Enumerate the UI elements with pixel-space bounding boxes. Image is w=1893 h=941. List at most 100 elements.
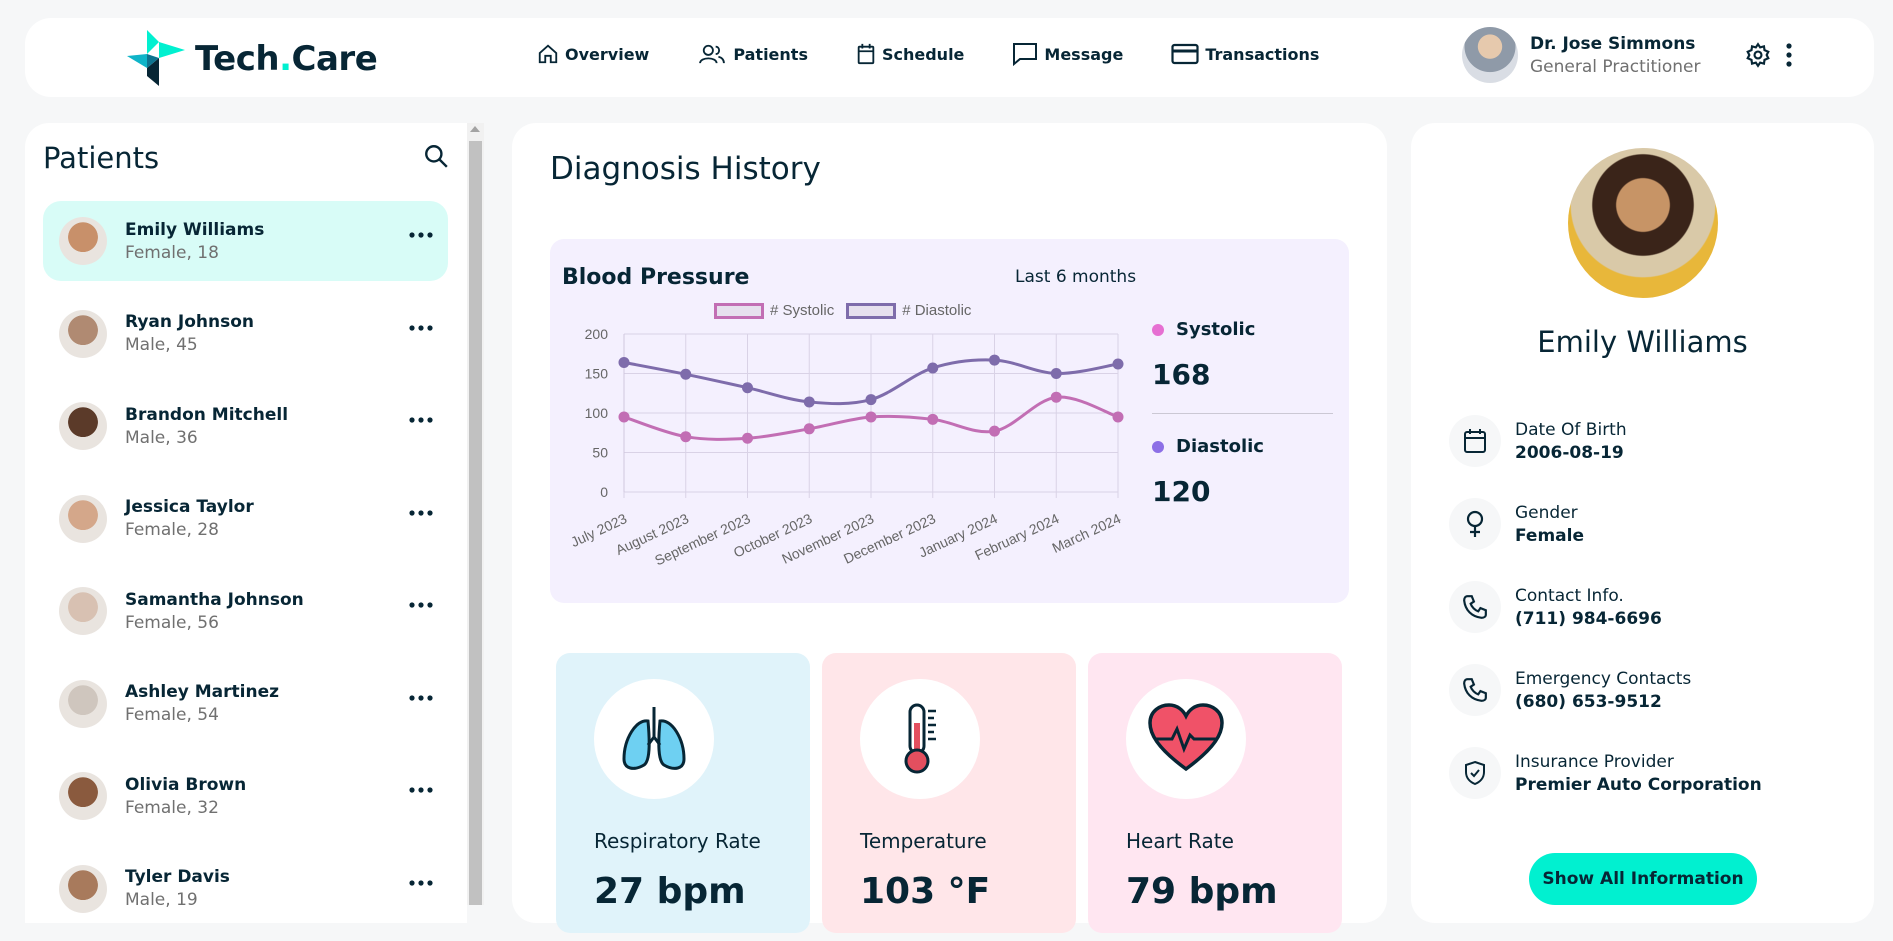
vital-label: Temperature [860, 829, 987, 853]
patient-list: Emily Williams Female, 18 Ryan Johnson Male… [43, 201, 448, 941]
patient-info: Female, 18 [125, 242, 219, 263]
temperature-card: Temperature 103 °F [822, 653, 1076, 933]
home-icon [538, 44, 558, 64]
field-value: (711) 984-6696 [1515, 608, 1662, 629]
doctor-profile[interactable]: Dr. Jose Simmons General Practitioner [1462, 27, 1701, 83]
data-point-diastolic [618, 356, 630, 368]
scroll-up-arrow-icon[interactable] [470, 126, 480, 132]
vital-label: Heart Rate [1126, 829, 1234, 853]
shield-check-icon [1465, 760, 1485, 786]
patient-avatar [59, 587, 107, 635]
patient-name: Emily Williams [1537, 325, 1748, 359]
main-nav: Overview Patients Schedule Message Trans… [537, 42, 1367, 66]
patient-info: Female, 28 [125, 520, 219, 540]
patient-name: Samantha Johnson [125, 589, 304, 610]
patient-avatar [59, 402, 107, 450]
nav-message[interactable]: Message [1012, 42, 1123, 66]
patient-avatar [59, 494, 107, 543]
patient-avatar [59, 217, 107, 265]
blood-pressure-card: Blood Pressure Last 6 months # Systolic … [550, 239, 1349, 603]
nav-patients[interactable]: Patients [697, 42, 808, 66]
patient-row[interactable]: Ryan Johnson Male, 45 [43, 294, 448, 374]
vital-value: 79 bpm [1126, 871, 1278, 912]
vital-value: 27 bpm [594, 871, 746, 912]
show-all-information-button[interactable]: Show All Information [1529, 853, 1757, 905]
gear-icon[interactable] [1745, 42, 1771, 68]
credit-card-icon [1171, 43, 1199, 65]
data-point-diastolic [803, 396, 815, 408]
data-point-systolic [803, 423, 815, 435]
scroll-thumb[interactable] [469, 141, 482, 905]
x-tick-label: March 2024 [1049, 510, 1123, 556]
more-horizontal-icon[interactable] [408, 879, 434, 887]
field-gender: Gender Female [1449, 496, 1762, 552]
systolic-dot [1152, 323, 1164, 336]
brand-name: Tech.Care [195, 39, 378, 79]
y-tick-label: 0 [600, 484, 608, 500]
data-point-systolic [989, 425, 1000, 437]
patient-row[interactable]: Tyler Davis Male, 19 [43, 849, 448, 929]
field-value: Premier Auto Corporation [1515, 774, 1762, 795]
field-contact: Contact Info. (711) 984-6696 [1449, 579, 1762, 635]
y-tick-label: 200 [585, 326, 609, 342]
more-horizontal-icon[interactable] [408, 324, 434, 332]
nav-transactions[interactable]: Transactions [1171, 42, 1319, 66]
nav-overview[interactable]: Overview [537, 42, 649, 66]
patient-info: Female, 54 [125, 705, 219, 725]
nav-label: Overview [565, 44, 650, 64]
patient-list-scrollbar[interactable] [467, 123, 484, 905]
systolic-heading: Systolic [1152, 319, 1332, 340]
more-horizontal-icon[interactable] [408, 231, 434, 239]
more-horizontal-icon[interactable] [408, 694, 434, 702]
patient-row[interactable]: Brandon Mitchell Male, 36 [43, 386, 448, 466]
patient-avatar [59, 864, 107, 913]
more-vertical-icon[interactable] [1785, 42, 1793, 68]
y-tick-label: 100 [585, 405, 609, 421]
diagnosis-panel: Diagnosis History Blood Pressure Last 6 … [512, 123, 1387, 933]
data-point-systolic [742, 432, 753, 444]
data-point-diastolic [1112, 358, 1124, 370]
patient-row[interactable]: Olivia Brown Female, 32 [43, 756, 448, 836]
data-point-systolic [1050, 391, 1062, 403]
patient-row[interactable]: Jessica Taylor Female, 28 [43, 479, 448, 559]
patient-info: Male, 36 [125, 427, 198, 448]
lungs-icon [622, 707, 686, 770]
doctor-name: Dr. Jose Simmons [1530, 33, 1696, 54]
search-icon[interactable] [423, 143, 449, 169]
users-icon [699, 44, 726, 64]
heart-rate-card: Heart Rate 79 bpm [1088, 653, 1342, 933]
data-point-diastolic [989, 354, 1000, 366]
divider [1152, 413, 1333, 414]
diagnosis-title: Diagnosis History [550, 151, 821, 187]
patient-row[interactable]: Emily Williams Female, 18 [43, 201, 448, 281]
field-label: Insurance Provider [1515, 751, 1674, 772]
vital-label: Respiratory Rate [594, 829, 761, 853]
data-point-systolic [680, 431, 692, 443]
patient-row[interactable]: Samantha Johnson Female, 56 [43, 571, 448, 651]
patient-row[interactable]: Ashley Martinez Female, 54 [43, 664, 448, 744]
patient-name: Emily Williams [125, 219, 265, 240]
patients-panel: Patients Emily Williams Female, 18 Ryan Jo… [25, 123, 467, 923]
systolic-value: 168 [1152, 358, 1211, 391]
more-horizontal-icon[interactable] [408, 786, 434, 794]
nav-schedule[interactable]: Schedule [856, 42, 964, 66]
data-point-systolic [865, 411, 877, 423]
patient-info: Female, 32 [125, 797, 219, 818]
data-point-diastolic [1050, 368, 1062, 379]
more-horizontal-icon[interactable] [408, 416, 434, 424]
nav-label: Transactions [1205, 44, 1320, 64]
data-point-diastolic [742, 382, 753, 394]
more-horizontal-icon[interactable] [408, 601, 434, 609]
top-navbar: Tech.Care Overview Patients Schedule Mes… [25, 18, 1874, 97]
data-point-systolic [1112, 411, 1124, 423]
field-label: Emergency Contacts [1515, 668, 1692, 689]
nav-label: Patients [733, 44, 808, 64]
logo[interactable]: Tech.Care [125, 28, 378, 90]
patient-avatar [59, 309, 107, 358]
more-horizontal-icon[interactable] [408, 509, 434, 517]
data-point-systolic [927, 413, 939, 425]
female-icon [1466, 510, 1484, 537]
patients-title: Patients [43, 141, 160, 175]
field-label: Gender [1515, 502, 1578, 523]
diastolic-heading: Diastolic [1152, 436, 1332, 457]
